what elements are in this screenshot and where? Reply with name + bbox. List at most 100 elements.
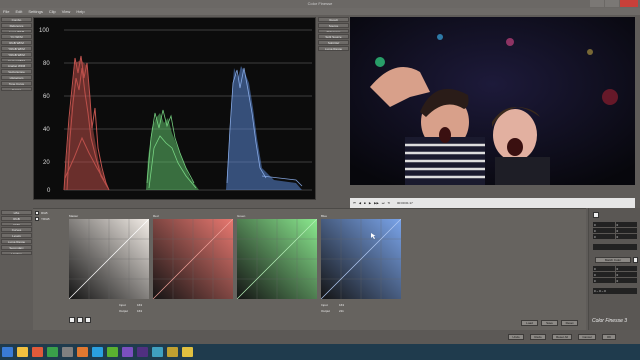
media-icon[interactable] [32, 347, 43, 357]
step-back-icon[interactable]: ◀ [359, 201, 361, 205]
param-tab-secondary[interactable]: Secondary [1, 244, 32, 250]
cancel-button[interactable]: Cancel [578, 334, 596, 340]
tick-40: 40 [43, 127, 50, 133]
color-match-panel: 0 0 0 0 0 0 Match Color 0 0 0 0 0 0 0 ~ … [588, 208, 640, 330]
premiere-icon[interactable] [122, 347, 133, 357]
rgb-checkbox[interactable] [35, 211, 39, 215]
scope-btn-rgb-wfm[interactable]: RGB WFM [1, 40, 32, 45]
app-icon[interactable] [77, 347, 88, 357]
load-button[interactable]: Load [521, 320, 538, 326]
param-tab-curves[interactable]: Curves [1, 227, 32, 233]
target-readouts: 0 0 0 0 0 0 [593, 266, 637, 283]
readout-3: 0 [593, 228, 615, 233]
menu-view[interactable]: View [62, 9, 71, 14]
scope-btn-tone-curve[interactable]: Tone Curve [1, 80, 32, 86]
folder-icon[interactable] [182, 347, 193, 357]
view-selector: Result Source Reference Split Source Spl… [318, 17, 349, 51]
scope-btn-analog-wfm[interactable]: Analog WFM [1, 63, 32, 69]
view-btn-luma-range[interactable]: Luma Range [318, 45, 349, 51]
param-tab-limiting[interactable]: Limiting [1, 250, 32, 256]
app-icon-3[interactable] [167, 347, 178, 357]
rgb-tab-label: RGB [41, 211, 48, 215]
eyedropper-black-icon[interactable] [69, 317, 75, 323]
menu-clip[interactable]: Clip [49, 9, 56, 14]
bottom-bar: Undo Redo Reset All Cancel OK [0, 330, 640, 344]
view-btn-result[interactable]: Result [318, 17, 349, 22]
green-curve-label: Green [237, 214, 246, 218]
loop-icon[interactable]: ⟲ [387, 201, 390, 205]
ok-button[interactable]: OK [602, 334, 616, 340]
dialog-actions: Undo Redo Reset All Cancel OK [508, 334, 616, 340]
param-tab-cmy[interactable]: CMY [1, 221, 32, 227]
reset-all-button[interactable]: Reset All [552, 334, 572, 340]
readout-2: 0 [615, 222, 637, 227]
readout-4: 0 [615, 228, 637, 233]
param-tab-luma-range[interactable]: Luma Range [1, 238, 32, 244]
scope-btn-vectorscope[interactable]: Vectorscope [1, 69, 32, 74]
menu-help[interactable]: Help [76, 9, 84, 14]
maximize-button[interactable] [605, 0, 619, 7]
view-btn-reference[interactable]: Reference [318, 28, 349, 34]
menu-file[interactable]: File [3, 9, 9, 14]
menu-edit[interactable]: Edit [15, 9, 22, 14]
blue-curve-label: Blue [321, 214, 328, 218]
scope-btn-yrgb-wfm[interactable]: YRGB WFM [1, 45, 32, 51]
spotify-icon[interactable] [107, 347, 118, 357]
app-icon-2[interactable] [152, 347, 163, 357]
match-color-button[interactable]: Match Color [595, 257, 631, 263]
video-viewer[interactable] [350, 17, 635, 185]
steam-icon[interactable] [62, 347, 73, 357]
eyedropper-gray-icon[interactable] [77, 317, 83, 323]
scope-btn-yrgb-wfm-2[interactable]: YRGB WFM [1, 51, 32, 57]
windows-taskbar [0, 344, 640, 360]
master-curve-graph[interactable] [69, 219, 149, 299]
video-frame [350, 17, 635, 185]
undo-button[interactable]: Undo [508, 334, 524, 340]
reset-button[interactable]: Reset [561, 320, 578, 326]
eyedropper-white-icon[interactable] [85, 317, 91, 323]
red-curve-graph[interactable] [153, 219, 233, 299]
chrome-icon[interactable] [47, 347, 58, 357]
view-btn-source[interactable]: Source [318, 22, 349, 28]
save-button[interactable]: Save [541, 320, 558, 326]
scope-btn-yc-wfm[interactable]: YC WFM [1, 34, 32, 40]
scope-btn-luma-wfm[interactable]: Luma WFM [1, 28, 32, 34]
scope-selector: Combo Reference Luma WFM YC WFM RGB WFM … [1, 17, 32, 92]
scope-btn-gamut[interactable]: Gamut [1, 86, 32, 92]
go-start-icon[interactable]: ⏮ [353, 201, 356, 205]
start-icon[interactable] [2, 347, 13, 357]
target-readout-6: 0 [615, 278, 637, 283]
scope-btn-reference[interactable]: Reference [1, 22, 32, 28]
scope-btn-combo[interactable]: Combo [1, 17, 32, 22]
curves-panel: RGB YRGB Master Input 163 Output 163 Red [33, 208, 586, 330]
green-curve-graph[interactable] [237, 219, 317, 299]
red-curve-label: Red [153, 214, 159, 218]
sample-picker-icon[interactable] [593, 212, 599, 219]
scope-btn-histogram[interactable]: Histogram [1, 74, 32, 80]
timecode: 00:00:01:17 [396, 201, 413, 205]
file-explorer-icon[interactable] [17, 347, 28, 357]
step-forward-icon[interactable]: ▶▶ [374, 201, 379, 205]
view-btn-split-ref[interactable]: Split Ref [318, 40, 349, 45]
skype-icon[interactable] [92, 347, 103, 357]
yrgb-checkbox[interactable] [35, 217, 39, 221]
blue-curve-graph[interactable] [321, 219, 401, 299]
stop-icon[interactable]: ■ [364, 201, 366, 205]
scope-btn-vector-wfm[interactable]: Vector WFM [1, 57, 32, 63]
go-end-icon[interactable]: ⏭ [382, 201, 385, 205]
menu-settings[interactable]: Settings [28, 9, 42, 14]
param-tab-hsl[interactable]: HSL [1, 210, 32, 215]
readout-6: 0 [615, 234, 637, 239]
master-output-label: Output [119, 309, 129, 313]
redo-button[interactable]: Redo [530, 334, 546, 340]
after-effects-icon[interactable] [137, 347, 148, 357]
param-tab-levels[interactable]: Levels [1, 233, 32, 238]
play-icon[interactable]: ▶ [369, 201, 371, 205]
param-tab-rgb[interactable]: RGB [1, 215, 32, 221]
view-btn-split-source[interactable]: Split Source [318, 34, 349, 40]
menu-bar: File Edit Settings Clip View Help [0, 8, 640, 15]
minimize-button[interactable] [590, 0, 604, 7]
target-picker-icon[interactable] [633, 257, 638, 264]
blue-input-value: 163 [339, 303, 345, 307]
close-button[interactable] [620, 0, 638, 7]
